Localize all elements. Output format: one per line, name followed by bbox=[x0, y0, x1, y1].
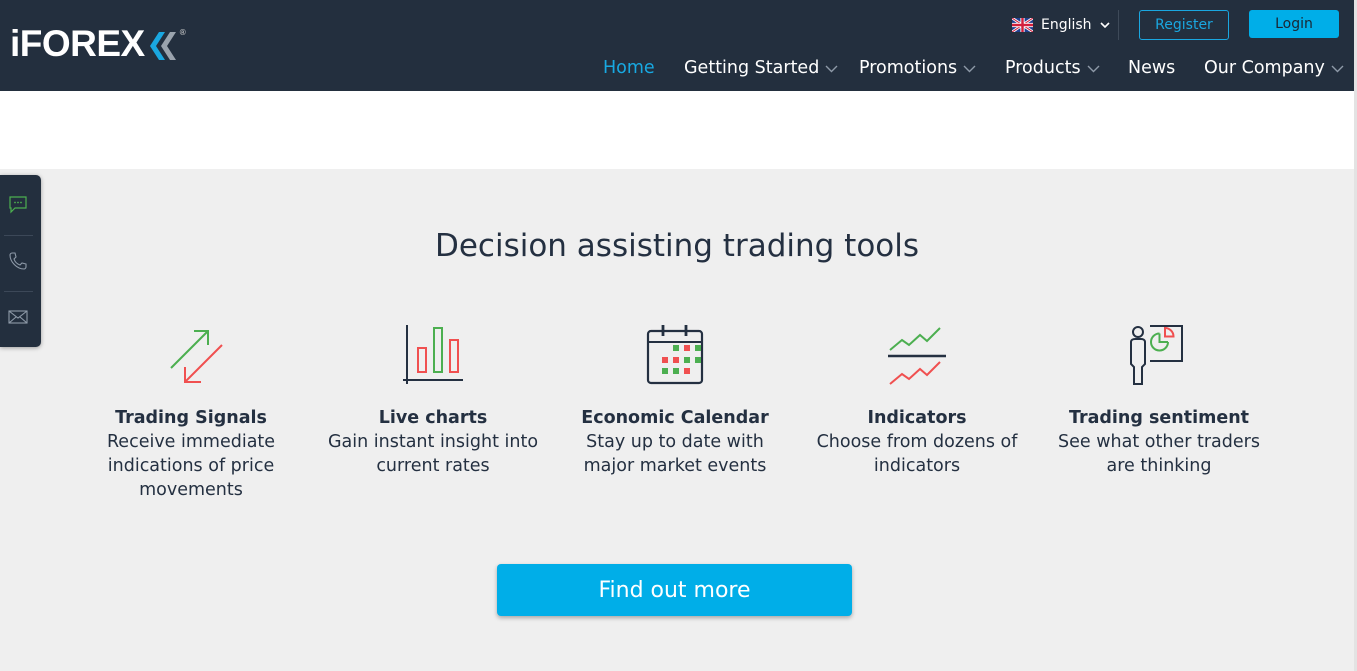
chevron-down-icon bbox=[1099, 22, 1110, 28]
desc-line: current rates bbox=[376, 456, 490, 476]
nav-label: News bbox=[1128, 58, 1176, 78]
nav-label: Products bbox=[1005, 58, 1081, 78]
login-button[interactable]: Login bbox=[1249, 10, 1339, 38]
economic-calendar-icon bbox=[646, 325, 704, 385]
tool-trading-sentiment[interactable]: Trading sentiment See what other traders… bbox=[1044, 320, 1274, 478]
chevron-down-icon bbox=[1087, 65, 1100, 73]
tool-live-charts[interactable]: Live charts Gain instant insight into cu… bbox=[318, 320, 548, 478]
header-divider bbox=[1118, 10, 1119, 40]
email-button[interactable] bbox=[0, 289, 36, 345]
registered-mark: ® bbox=[178, 28, 187, 37]
desc-line: See what other traders bbox=[1058, 432, 1260, 452]
tool-description: Choose from dozens of indicators bbox=[802, 430, 1032, 478]
desc-line: movements bbox=[139, 480, 243, 500]
desc-line: Stay up to date with bbox=[586, 432, 764, 452]
tool-description: Receive immediate indications of price m… bbox=[76, 430, 306, 502]
iforex-logo[interactable]: iFOREX ® bbox=[10, 22, 187, 64]
desc-line: indicators bbox=[873, 456, 961, 476]
uk-flag-icon bbox=[1012, 18, 1033, 32]
nav-our-company[interactable]: Our Company bbox=[1204, 55, 1344, 81]
mail-icon bbox=[8, 310, 28, 324]
nav-label: Promotions bbox=[859, 58, 958, 78]
desc-line: Choose from dozens of bbox=[816, 432, 1018, 452]
tool-economic-calendar[interactable]: Economic Calendar Stay up to date with m… bbox=[560, 320, 790, 478]
nav-products[interactable]: Products bbox=[1005, 55, 1100, 81]
trading-signals-icon bbox=[170, 330, 223, 383]
tool-trading-signals[interactable]: Trading Signals Receive immediate indica… bbox=[76, 320, 306, 502]
banner-area bbox=[0, 91, 1354, 169]
find-out-more-button[interactable]: Find out more bbox=[497, 564, 852, 616]
section-title: Decision assisting trading tools bbox=[434, 228, 920, 264]
trading-sentiment-icon bbox=[1130, 325, 1183, 385]
logo-chevrons-icon bbox=[149, 32, 176, 60]
desc-line: are thinking bbox=[1106, 456, 1212, 476]
nav-label: Our Company bbox=[1204, 58, 1325, 78]
desc-line: Receive immediate bbox=[106, 432, 276, 452]
desc-line: indications of price bbox=[107, 456, 275, 476]
nav-label: Getting Started bbox=[684, 58, 820, 78]
nav-label: Home bbox=[603, 58, 655, 78]
desc-line: Gain instant insight into bbox=[327, 432, 539, 452]
tool-title: Indicators bbox=[867, 408, 967, 428]
tool-title: Live charts bbox=[378, 408, 488, 428]
tool-description: See what other traders are thinking bbox=[1044, 430, 1274, 478]
chat-icon bbox=[9, 196, 27, 214]
tool-title: Trading sentiment bbox=[1068, 408, 1250, 428]
chevron-down-icon bbox=[825, 65, 838, 73]
tool-title: Trading Signals bbox=[115, 408, 267, 428]
tool-indicators[interactable]: Indicators Choose from dozens of indicat… bbox=[802, 320, 1032, 478]
tool-title: Economic Calendar bbox=[581, 408, 769, 428]
language-selector[interactable]: English bbox=[1012, 14, 1110, 36]
logo-text: iFOREX bbox=[10, 23, 145, 64]
desc-line: major market events bbox=[583, 456, 767, 476]
chevron-down-icon bbox=[963, 65, 976, 73]
site-header: iFOREX ® English Register Login Home Get… bbox=[0, 0, 1354, 91]
nav-news[interactable]: News bbox=[1128, 55, 1175, 81]
language-label: English bbox=[1041, 17, 1092, 33]
chat-button[interactable] bbox=[0, 177, 36, 233]
live-charts-icon bbox=[403, 325, 463, 384]
tool-description: Gain instant insight into current rates bbox=[318, 430, 548, 478]
chevron-down-icon bbox=[1331, 65, 1344, 73]
nav-home[interactable]: Home bbox=[603, 55, 655, 81]
tool-description: Stay up to date with major market events bbox=[560, 430, 790, 478]
nav-getting-started[interactable]: Getting Started bbox=[684, 55, 838, 81]
nav-promotions[interactable]: Promotions bbox=[859, 55, 976, 81]
register-button[interactable]: Register bbox=[1139, 10, 1229, 40]
indicators-icon bbox=[888, 327, 946, 385]
